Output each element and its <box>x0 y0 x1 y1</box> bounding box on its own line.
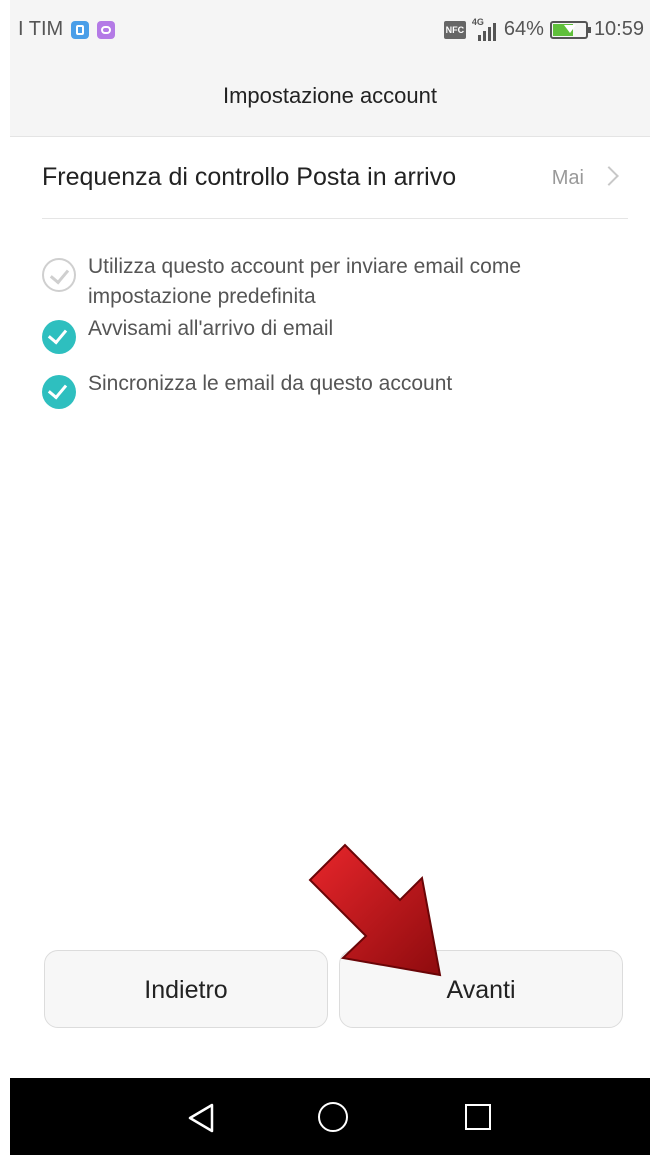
divider <box>42 218 628 219</box>
page-title: Impostazione account <box>222 83 438 108</box>
phone-screen: I TIM NFC 4G 64% 10:59 Impostazione acco… <box>0 0 650 1155</box>
battery-percent: 64% <box>503 18 544 40</box>
notification-app-icon <box>71 20 90 39</box>
back-triangle-icon[interactable] <box>186 1102 216 1134</box>
frequency-label: Frequenza di controllo Posta in arrivo <box>42 163 457 191</box>
option-label: Avvisami all'arrivo di email <box>88 317 334 340</box>
inbox-check-frequency-row[interactable]: Frequenza di controllo Posta in arrivo M… <box>42 155 632 217</box>
message-app-icon <box>97 20 116 39</box>
battery-icon <box>549 20 591 39</box>
system-nav-bar <box>10 1078 650 1155</box>
nfc-icon: NFC <box>443 20 466 39</box>
title-bar: Impostazione account <box>10 62 650 137</box>
home-circle-icon[interactable] <box>318 1102 348 1132</box>
frequency-value: Mai <box>551 167 584 189</box>
chevron-right-icon <box>599 166 619 186</box>
checkbox-circle-icon[interactable] <box>42 258 76 292</box>
status-left: I TIM <box>18 18 116 41</box>
option-label: Sincronizza le email da questo account <box>88 372 453 395</box>
clock: 10:59 <box>593 18 644 40</box>
back-button[interactable]: Indietro <box>44 950 328 1028</box>
status-right: NFC 4G 64% 10:59 <box>443 17 644 41</box>
signal-icon: 4G <box>472 17 498 41</box>
recent-square-icon[interactable] <box>465 1104 491 1130</box>
option-label: Utilizza questo account per inviare emai… <box>88 255 522 308</box>
carrier-name: I TIM <box>18 18 64 40</box>
checkbox-checked-icon[interactable] <box>42 375 76 409</box>
annotation-arrow-icon <box>308 843 442 977</box>
left-edge <box>0 0 10 1155</box>
checkbox-checked-icon[interactable] <box>42 320 76 354</box>
status-bar: I TIM NFC 4G 64% 10:59 <box>10 0 650 62</box>
